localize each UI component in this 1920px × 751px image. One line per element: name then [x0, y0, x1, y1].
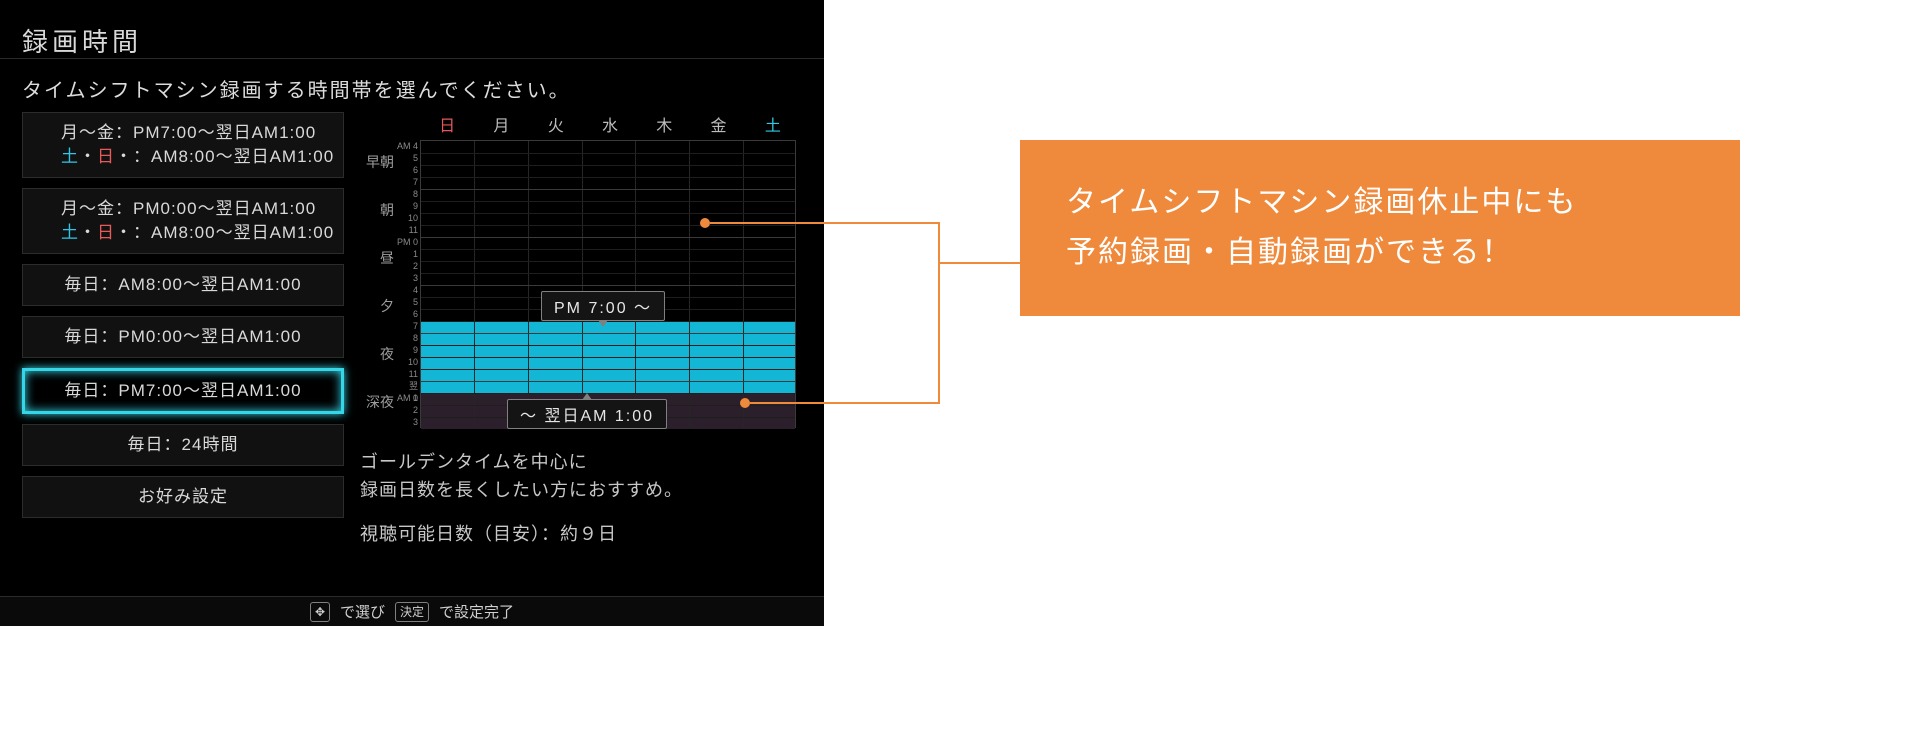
- day-thu: 木: [637, 112, 691, 136]
- preset-description: ゴールデンタイムを中心に 録画日数を長くしたい方におすすめ。: [360, 448, 683, 504]
- connector-line: [938, 262, 1020, 264]
- connector-line: [938, 222, 940, 404]
- day-header-row: 日 月 火 水 木 金 土: [420, 112, 800, 136]
- footer-text: で選び: [340, 601, 385, 622]
- desc-line: 録画日数を長くしたい方におすすめ。: [360, 476, 683, 504]
- period-label: 夕: [360, 296, 394, 316]
- page-subtitle: タイムシフトマシン録画する時間帯を選んでください。: [22, 74, 571, 103]
- badge-start-time: PM 7:00 ～: [541, 291, 665, 321]
- period-label: 早朝: [360, 152, 394, 172]
- dpad-icon: ✥: [310, 602, 330, 622]
- time-preset-list: 月～金：PM7:00～翌日AM1:00 土・日・：AM8:00～翌日AM1:00…: [22, 112, 344, 528]
- grid-fill-dim: [421, 393, 795, 429]
- page-title: 録画時間: [22, 22, 142, 59]
- schedule-preview: 日 月 火 水 木 金 土 早朝 朝 昼 夕 夜 深夜 AM 456789101…: [360, 112, 800, 428]
- period-label: 昼: [360, 248, 394, 268]
- desc-line: ゴールデンタイムを中心に: [360, 448, 683, 476]
- preset-opt2[interactable]: 月～金：PM0:00～翌日AM1:00 土・日・：AM8:00～翌日AM1:00: [22, 188, 344, 254]
- period-label: 夜: [360, 344, 394, 364]
- opt-line: 毎日：24時間: [128, 435, 239, 454]
- preset-opt1[interactable]: 月～金：PM7:00～翌日AM1:00 土・日・：AM8:00～翌日AM1:00: [22, 112, 344, 178]
- period-label: 深夜: [360, 392, 394, 412]
- footer-hint-bar: ✥ で選び 決定 で設定完了: [0, 596, 824, 626]
- connector-line: [750, 402, 940, 404]
- preset-opt6[interactable]: 毎日：24時間: [22, 424, 344, 466]
- schedule-grid: PM 7:00 ～ ～ 翌日AM 1:00: [420, 140, 796, 428]
- opt-line: 月～金：PM0:00～翌日AM1:00: [61, 199, 316, 218]
- opt-line: 毎日：AM8:00～翌日AM1:00: [64, 275, 301, 294]
- opt-line: お好み設定: [138, 487, 228, 506]
- preset-opt4[interactable]: 毎日：PM0:00～翌日AM1:00: [22, 316, 344, 358]
- divider: [0, 58, 824, 59]
- preset-opt5-selected[interactable]: 毎日：PM7:00～翌日AM1:00: [22, 368, 344, 414]
- day-sat: 土: [746, 112, 800, 136]
- feature-callout: タイムシフトマシン録画休止中にも 予約録画・自動録画ができる！: [1020, 140, 1740, 316]
- connector-dot: [740, 398, 750, 408]
- viewable-days-info: 視聴可能日数（目安）：約９日: [360, 520, 617, 546]
- preset-opt7[interactable]: お好み設定: [22, 476, 344, 518]
- day-wed: 水: [583, 112, 637, 136]
- footer-text: で設定完了: [439, 601, 514, 622]
- day-sun: 日: [420, 112, 474, 136]
- connector-line: [710, 222, 940, 224]
- opt-line: 土・日・：AM8:00～翌日AM1:00: [61, 145, 343, 169]
- opt-line: 毎日：PM0:00～翌日AM1:00: [64, 327, 301, 346]
- period-label: 朝: [360, 200, 394, 220]
- opt-line: 月～金：PM7:00～翌日AM1:00: [61, 123, 316, 142]
- enter-key-icon: 決定: [395, 602, 429, 622]
- preset-opt3[interactable]: 毎日：AM8:00～翌日AM1:00: [22, 264, 344, 306]
- tv-settings-panel: 録画時間 タイムシフトマシン録画する時間帯を選んでください。 月～金：PM7:0…: [0, 0, 824, 626]
- day-mon: 月: [474, 112, 528, 136]
- day-tue: 火: [529, 112, 583, 136]
- opt-line: 土・日・：AM8:00～翌日AM1:00: [61, 221, 343, 245]
- callout-line: 予約録画・自動録画ができる！: [1066, 228, 1694, 278]
- day-fri: 金: [691, 112, 745, 136]
- connector-dot: [700, 218, 710, 228]
- callout-line: タイムシフトマシン録画休止中にも: [1066, 178, 1694, 228]
- opt-line: 毎日：PM7:00～翌日AM1:00: [64, 381, 301, 400]
